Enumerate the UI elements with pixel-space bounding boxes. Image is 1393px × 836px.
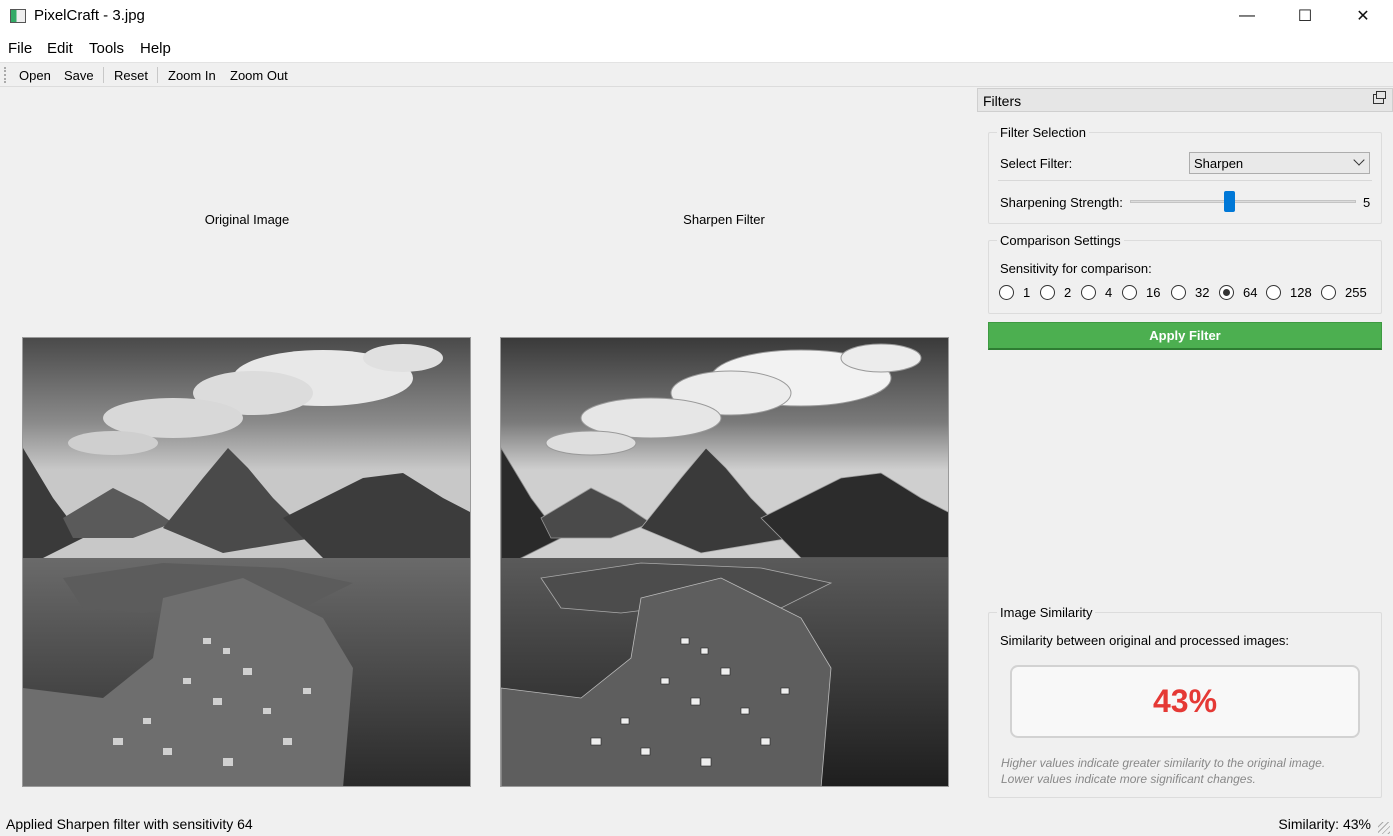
maximize-button[interactable]: ☐ [1276, 0, 1334, 32]
toolbar-grip[interactable] [4, 67, 6, 83]
status-message: Applied Sharpen filter with sensitivity … [6, 816, 253, 832]
strength-slider-handle[interactable] [1224, 191, 1236, 212]
zoom-out-button[interactable]: Zoom Out [230, 68, 288, 83]
radio-label: 128 [1290, 285, 1312, 300]
status-bar: Applied Sharpen filter with sensitivity … [0, 812, 1393, 836]
comparison-settings-group: Comparison Settings [988, 233, 1382, 314]
app-icon [10, 9, 26, 23]
radio-circle[interactable] [1321, 285, 1336, 300]
similarity-caption: Similarity between original and processe… [1000, 633, 1290, 648]
toolbar-separator [157, 67, 158, 83]
dock-float-icon[interactable] [1373, 91, 1386, 104]
title-bar: PixelCraft - 3.jpg — ☐ ✕ [0, 0, 1393, 34]
menu-file[interactable]: File [8, 40, 32, 57]
radio-circle[interactable] [1040, 285, 1055, 300]
similarity-display: 43% [1010, 665, 1360, 738]
minimize-button[interactable]: — [1218, 0, 1276, 32]
radio-circle[interactable] [1266, 285, 1281, 300]
divider [998, 180, 1372, 181]
processed-image [500, 337, 949, 787]
menu-edit[interactable]: Edit [47, 40, 73, 57]
reset-button[interactable]: Reset [114, 68, 148, 83]
sensitivity-radio-255[interactable]: 255 [1321, 285, 1367, 300]
similarity-note-low: Lower values indicate more significant c… [1001, 772, 1256, 786]
dock-title-text: Filters [983, 93, 1022, 109]
group-title: Comparison Settings [997, 233, 1124, 248]
toolbar: Open Save Reset Zoom In Zoom Out [0, 62, 1393, 87]
original-image [22, 337, 471, 787]
sensitivity-radio-64[interactable]: 64 [1219, 285, 1257, 300]
strength-value: 5 [1363, 195, 1371, 210]
radio-label: 2 [1064, 285, 1072, 300]
select-filter-label: Select Filter: [1000, 156, 1073, 171]
sensitivity-radio-16[interactable]: 16 [1122, 285, 1160, 300]
sensitivity-radio-32[interactable]: 32 [1171, 285, 1209, 300]
sensitivity-radio-4[interactable]: 4 [1081, 285, 1112, 300]
strength-label: Sharpening Strength: [1000, 195, 1123, 210]
menu-tools[interactable]: Tools [89, 40, 124, 57]
filters-dock-title: Filters [977, 88, 1393, 112]
radio-label: 64 [1243, 285, 1258, 300]
radio-label: 4 [1105, 285, 1113, 300]
apply-filter-button[interactable]: Apply Filter [988, 322, 1382, 350]
radio-label: 32 [1195, 285, 1210, 300]
save-button[interactable]: Save [64, 68, 94, 83]
menu-help[interactable]: Help [140, 40, 171, 57]
radio-circle[interactable] [1122, 285, 1137, 300]
resize-grip[interactable] [1378, 822, 1390, 834]
radio-circle[interactable] [1081, 285, 1096, 300]
radio-circle[interactable] [999, 285, 1014, 300]
close-button[interactable]: ✕ [1334, 0, 1392, 32]
group-title: Filter Selection [997, 125, 1089, 140]
group-title: Image Similarity [997, 605, 1096, 620]
sensitivity-label: Sensitivity for comparison: [1000, 261, 1152, 276]
sensitivity-radio-1[interactable]: 1 [999, 285, 1030, 300]
toolbar-separator [103, 67, 104, 83]
filter-dropdown[interactable]: Sharpen [1189, 152, 1370, 174]
radio-label: 1 [1023, 285, 1031, 300]
filter-selection-group: Filter Selection [988, 125, 1382, 224]
sensitivity-radio-2[interactable]: 2 [1040, 285, 1071, 300]
sensitivity-radio-128[interactable]: 128 [1266, 285, 1312, 300]
radio-circle[interactable] [1219, 285, 1234, 300]
radio-label: 16 [1146, 285, 1161, 300]
zoom-in-button[interactable]: Zoom In [168, 68, 216, 83]
chevron-down-icon [1353, 154, 1365, 166]
open-button[interactable]: Open [19, 68, 51, 83]
menu-bar: File Edit Tools Help [0, 34, 1393, 62]
similarity-note-high: Higher values indicate greater similarit… [1001, 756, 1326, 770]
processed-image-label: Sharpen Filter [683, 212, 765, 227]
filter-dropdown-value: Sharpen [1194, 156, 1244, 171]
strength-slider[interactable] [1130, 200, 1356, 203]
window-title: PixelCraft - 3.jpg [34, 7, 145, 24]
similarity-value: 43% [1152, 683, 1218, 719]
original-image-label: Original Image [204, 212, 290, 227]
status-similarity: Similarity: 43% [1278, 816, 1371, 832]
radio-circle[interactable] [1171, 285, 1186, 300]
radio-label: 255 [1345, 285, 1367, 300]
